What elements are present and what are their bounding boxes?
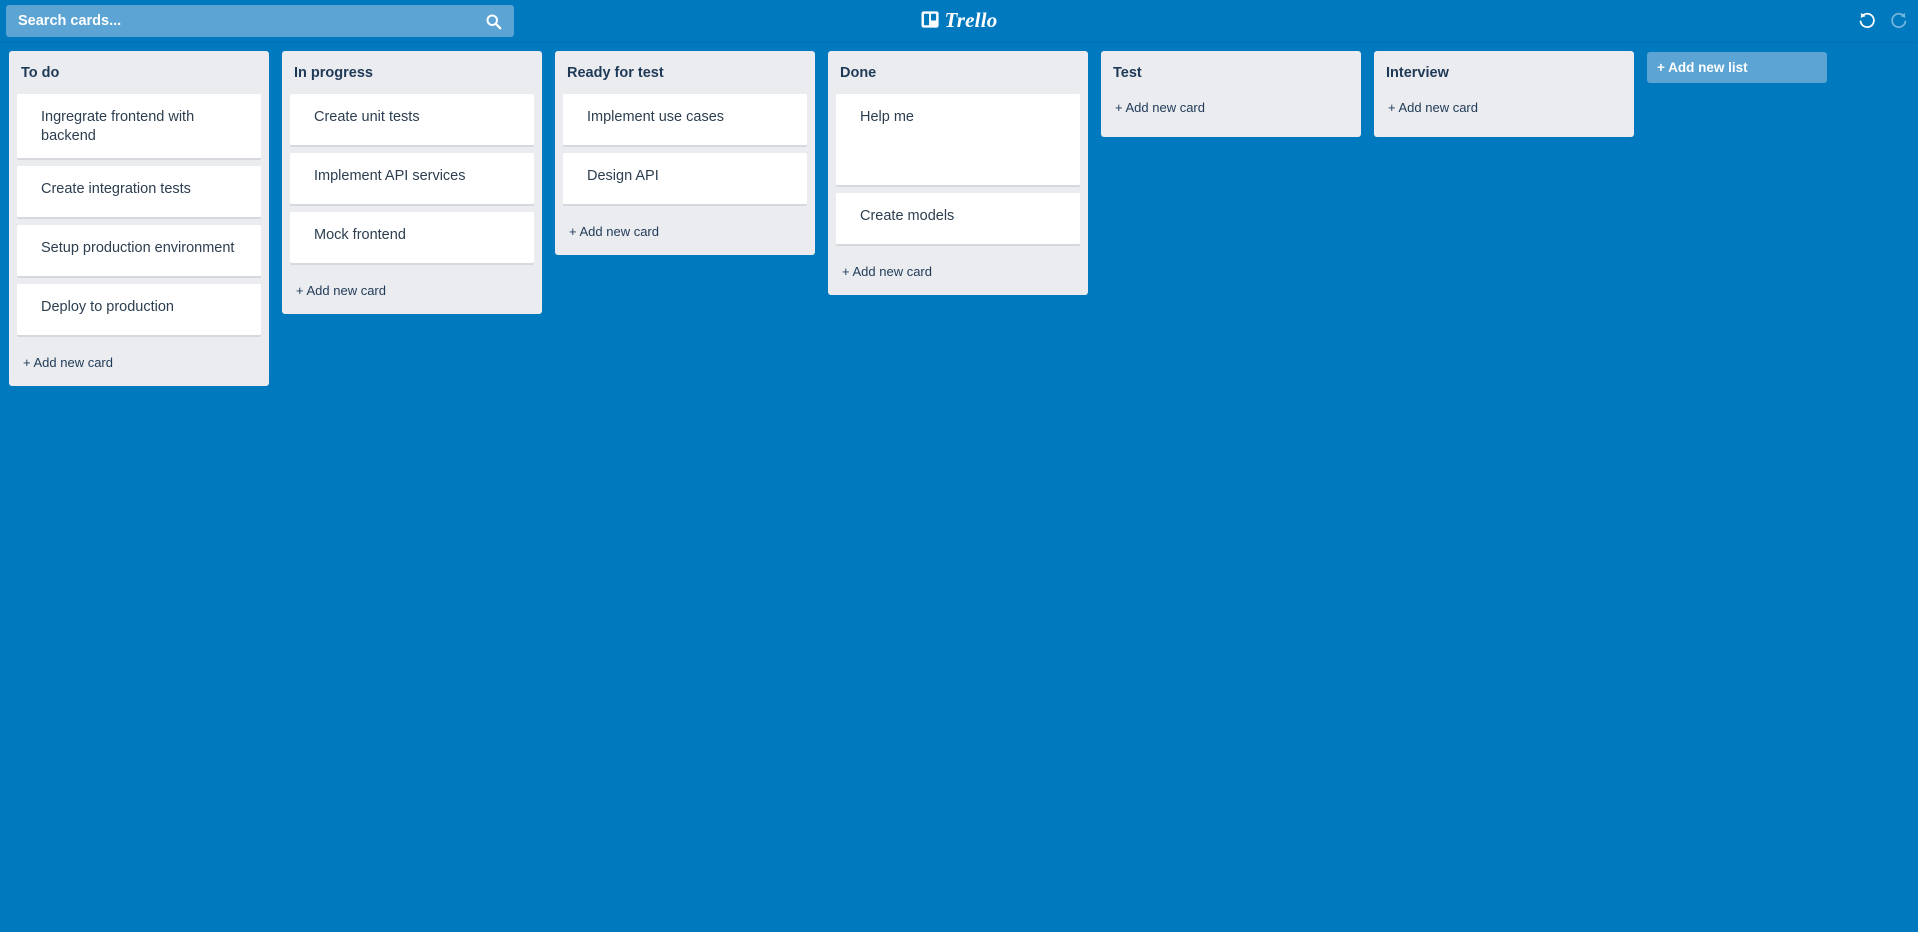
- card[interactable]: Ingregrate frontend with backend: [17, 93, 261, 160]
- app-header: Trello: [0, 0, 1918, 43]
- card-list: Implement use cases Design API: [555, 93, 815, 205]
- undo-arrow-icon: [1857, 10, 1877, 33]
- search-bar[interactable]: [6, 5, 514, 37]
- list-test[interactable]: Test + Add new card: [1101, 51, 1361, 137]
- search-input[interactable]: [6, 5, 472, 37]
- undo-button[interactable]: [1856, 11, 1878, 33]
- trello-brand: Trello: [921, 0, 998, 43]
- list-ready-for-test[interactable]: Ready for test Implement use cases Design …: [555, 51, 815, 255]
- add-new-list-button[interactable]: + Add new list: [1647, 52, 1827, 83]
- add-new-card-button[interactable]: + Add new card: [9, 343, 269, 386]
- trello-wordmark: Trello: [944, 8, 998, 32]
- list-interview[interactable]: Interview + Add new card: [1374, 51, 1634, 137]
- card[interactable]: Create unit tests: [290, 93, 534, 146]
- card-list: Ingregrate frontend with backend Create i…: [9, 93, 269, 337]
- card[interactable]: Create integration tests: [17, 166, 261, 219]
- history-controls: [1856, 0, 1910, 43]
- card[interactable]: Mock frontend: [290, 211, 534, 264]
- list-title[interactable]: Ready for test: [555, 51, 815, 94]
- list-title[interactable]: Interview: [1374, 51, 1634, 94]
- card[interactable]: Implement use cases: [563, 93, 807, 146]
- board-canvas: To do Ingregrate frontend with backend Cre…: [0, 43, 1918, 932]
- card[interactable]: Deploy to production: [17, 284, 261, 337]
- list-title[interactable]: Done: [828, 51, 1088, 94]
- list-to-do[interactable]: To do Ingregrate frontend with backend Cre…: [9, 51, 269, 387]
- add-new-card-button[interactable]: + Add new card: [1101, 94, 1361, 137]
- card[interactable]: Setup production environment: [17, 225, 261, 278]
- card[interactable]: Design API: [563, 152, 807, 205]
- list-title[interactable]: In progress: [282, 51, 542, 94]
- list-in-progress[interactable]: In progress Create unit tests Implement AP…: [282, 51, 542, 314]
- trello-board-icon: [921, 10, 940, 34]
- add-new-card-button[interactable]: + Add new card: [555, 212, 815, 255]
- add-new-card-button[interactable]: + Add new card: [1374, 94, 1634, 137]
- list-title[interactable]: To do: [9, 51, 269, 94]
- card[interactable]: Implement API services: [290, 152, 534, 205]
- search-button[interactable]: [472, 5, 514, 37]
- search-icon: [485, 13, 502, 30]
- list-done[interactable]: Done Help me Create models + Add new card: [828, 51, 1088, 295]
- redo-arrow-icon: [1889, 10, 1909, 33]
- card[interactable]: Create models: [836, 192, 1080, 245]
- card[interactable]: Help me: [836, 93, 1080, 186]
- add-new-card-button[interactable]: + Add new card: [282, 271, 542, 314]
- card-list: Help me Create models: [828, 93, 1088, 245]
- redo-button[interactable]: [1888, 11, 1910, 33]
- list-title[interactable]: Test: [1101, 51, 1361, 94]
- card-list: Create unit tests Implement API services M…: [282, 93, 542, 264]
- add-new-card-button[interactable]: + Add new card: [828, 252, 1088, 295]
